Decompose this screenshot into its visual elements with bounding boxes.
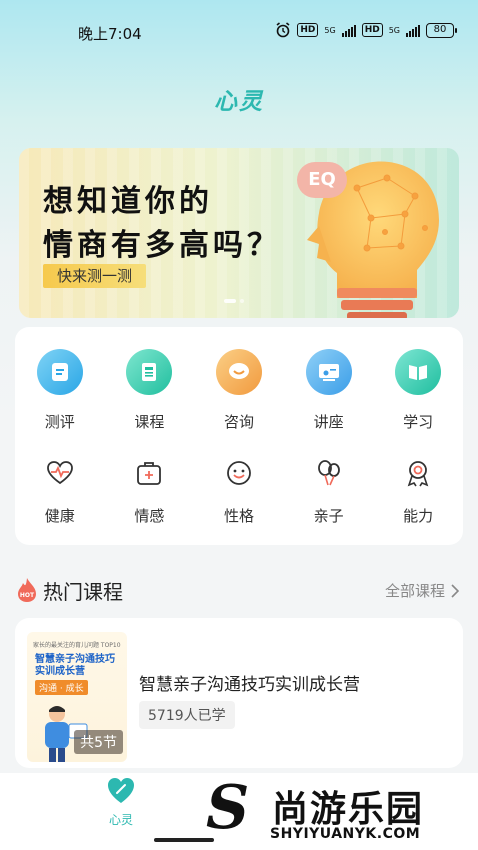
chevron-right-icon xyxy=(451,583,459,598)
hd-badge: HD xyxy=(297,23,319,37)
banner-cta[interactable]: 快来测一测 xyxy=(43,264,147,288)
category-ability[interactable]: 能力 xyxy=(373,457,463,526)
battery-icon: 80 xyxy=(426,22,457,38)
hot-flame-icon: HOT xyxy=(18,578,36,602)
status-icons: HD 5G HD 5G 80 xyxy=(275,22,457,38)
category-label: 学习 xyxy=(403,413,434,431)
hot-courses-header: HOT 热门课程 全部课程 xyxy=(15,575,463,605)
thumb-title-line-1: 智慧亲子沟通技巧 xyxy=(35,654,115,665)
balloons-icon xyxy=(306,457,352,489)
category-label: 健康 xyxy=(44,507,75,525)
signal-icon xyxy=(341,23,356,37)
book-icon xyxy=(126,349,173,395)
network-label-2: 5G xyxy=(388,25,400,35)
category-consult[interactable]: 咨询 xyxy=(194,349,284,432)
lesson-count-badge: 共5节 xyxy=(74,730,123,754)
alarm-icon xyxy=(276,22,290,38)
thumb-subtitle: 沟通 · 成长 xyxy=(35,680,88,695)
category-row-2: 健康 情感 性格 亲子 能力 xyxy=(15,457,463,526)
category-lecture[interactable]: 讲座 xyxy=(284,349,374,432)
chat-icon xyxy=(215,349,262,395)
heart-leaf-icon xyxy=(108,778,134,803)
home-indicator xyxy=(154,838,214,842)
category-label: 亲子 xyxy=(313,507,344,525)
category-grid: 测评 课程 咨询 讲座 学习 健康 情感 性格 亲子 能力 xyxy=(15,327,463,545)
app-title: 心灵 xyxy=(214,89,264,115)
watermark-url: SHYIYUANYK.COM xyxy=(270,826,421,842)
category-personality[interactable]: 性格 xyxy=(194,457,284,526)
pagination-dot xyxy=(240,299,244,303)
see-all-courses-link[interactable]: 全部课程 xyxy=(385,580,459,601)
category-label: 情感 xyxy=(134,507,165,525)
hd-badge-2: HD xyxy=(361,23,383,37)
eq-bubble: EQ xyxy=(297,162,347,198)
study-icon xyxy=(395,349,442,395)
category-label: 讲座 xyxy=(313,413,344,431)
category-assessment[interactable]: 测评 xyxy=(15,349,105,432)
see-all-label: 全部课程 xyxy=(384,582,445,600)
pagination-dot-active xyxy=(224,299,236,303)
category-label: 咨询 xyxy=(223,413,254,431)
category-label: 课程 xyxy=(134,413,165,431)
banner-headline-2: 情商有多高吗？ xyxy=(43,228,281,263)
tab-home-label: 心灵 xyxy=(108,813,133,827)
network-label: 5G xyxy=(324,25,336,35)
clipboard-icon xyxy=(36,349,83,395)
status-bar: 晚上7:04 HD 5G HD 5G 80 xyxy=(0,0,478,62)
medkit-icon xyxy=(126,457,172,489)
thumb-title: 智慧亲子沟通技巧 实训成长营 xyxy=(35,654,115,678)
medal-icon xyxy=(395,457,441,489)
course-thumbnail: 家长的最关注的育儿问题 TOP10 智慧亲子沟通技巧 实训成长营 沟通 · 成长… xyxy=(27,632,127,762)
learner-count: 5719人已学 xyxy=(139,701,235,729)
lecture-icon xyxy=(305,349,352,395)
category-health[interactable]: 健康 xyxy=(15,457,105,526)
promo-banner[interactable]: 想知道你的 情商有多高吗？ 快来测一测 EQ xyxy=(19,148,459,318)
category-course[interactable]: 课程 xyxy=(105,349,195,432)
category-row-1: 测评 课程 咨询 讲座 学习 xyxy=(15,349,463,432)
watermark-logo: S xyxy=(206,773,250,843)
course-card[interactable]: 家长的最关注的育儿问题 TOP10 智慧亲子沟通技巧 实训成长营 沟通 · 成长… xyxy=(15,618,463,768)
category-label: 性格 xyxy=(223,507,254,525)
thumb-title-line-2: 实训成长营 xyxy=(35,666,85,677)
status-time: 晚上7:04 xyxy=(78,25,142,43)
signal-icon-2 xyxy=(406,23,420,37)
heartbeat-icon xyxy=(37,457,83,489)
category-study[interactable]: 学习 xyxy=(373,349,463,432)
category-label: 能力 xyxy=(403,507,434,525)
hot-badge-text: HOT xyxy=(20,592,35,599)
category-label: 测评 xyxy=(44,413,75,431)
course-title: 智慧亲子沟通技巧实训成长营 xyxy=(139,675,360,695)
smile-icon xyxy=(216,457,262,489)
category-emotion[interactable]: 情感 xyxy=(105,457,195,526)
section-title: 热门课程 xyxy=(43,580,123,604)
thumb-caption: 家长的最关注的育儿问题 TOP10 xyxy=(33,642,121,649)
site-watermark: S 尚游乐园 SHYIYUANYK.COM xyxy=(206,776,476,850)
category-parenting[interactable]: 亲子 xyxy=(284,457,374,526)
banner-headline-1: 想知道你的 xyxy=(43,184,213,219)
tab-home[interactable]: 心灵 xyxy=(96,777,146,828)
banner-pagination xyxy=(224,299,244,303)
watermark-name: 尚游乐园 xyxy=(272,789,425,830)
